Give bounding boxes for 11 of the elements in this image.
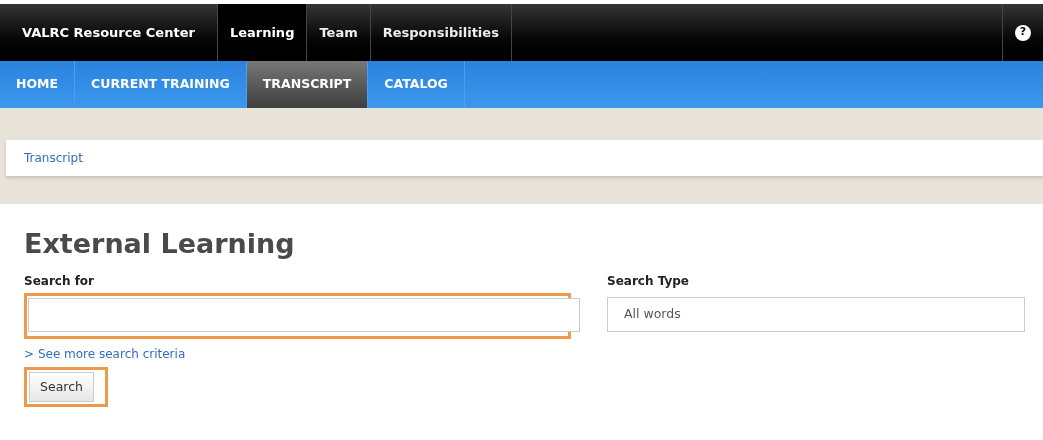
breadcrumb-link[interactable]: Transcript (24, 149, 83, 167)
search-type-label: Search Type (607, 273, 690, 290)
search-for-label: Search for (24, 273, 95, 290)
search-type-select[interactable]: All words (607, 297, 1025, 332)
search-button[interactable]: Search (29, 372, 94, 402)
more-criteria-link[interactable]: > See more search criteria (24, 345, 1025, 363)
top-tab[interactable]: Learning (217, 4, 308, 61)
search-field[interactable] (28, 298, 580, 332)
section-tab[interactable]: TRANSCRIPT (246, 61, 369, 108)
page-title: External Learning (24, 227, 296, 261)
help-icon[interactable]: ? (1015, 24, 1031, 41)
